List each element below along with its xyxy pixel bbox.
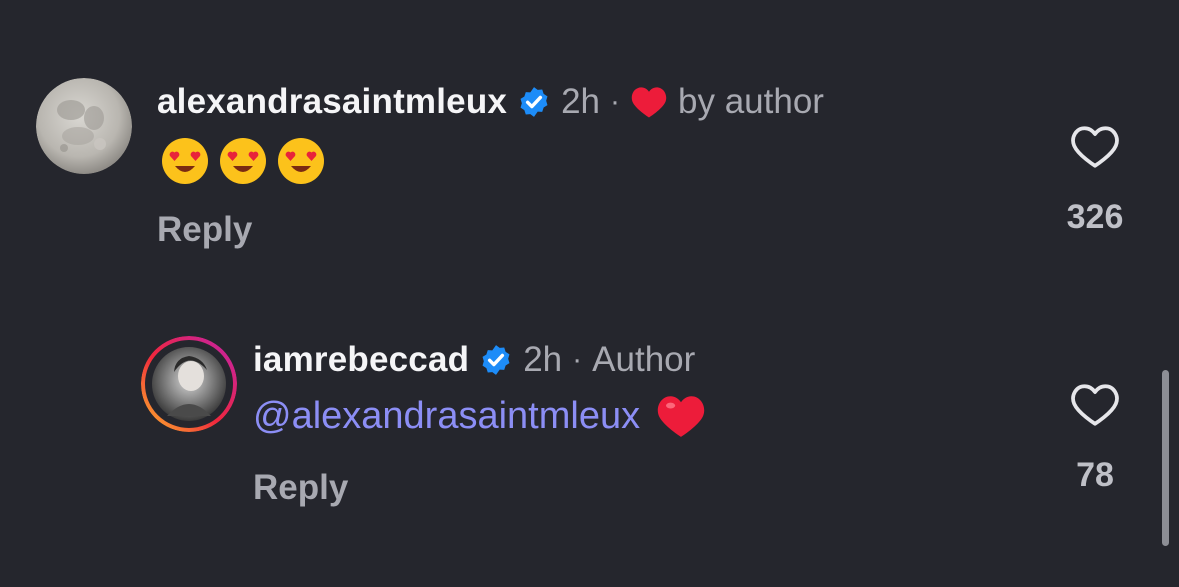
username[interactable]: iamrebeccad	[253, 340, 469, 380]
like-control: 78	[1060, 382, 1130, 495]
comment-text: @alexandrasaintmleux	[253, 392, 706, 440]
heart-outline-icon[interactable]	[1070, 382, 1120, 428]
separator-dot: ·	[610, 85, 621, 118]
comment-header: alexandrasaintmleux 2h · by author	[157, 82, 824, 122]
like-control: 326	[1060, 124, 1130, 237]
reply-button[interactable]: Reply	[157, 210, 252, 250]
mention-link[interactable]: @alexandrasaintmleux	[253, 392, 640, 440]
moon-avatar-image	[36, 78, 132, 174]
comment-text	[160, 136, 334, 186]
like-count: 78	[1076, 456, 1114, 494]
heart-eyes-emoji	[278, 138, 324, 184]
verified-badge-icon	[520, 87, 548, 117]
heart-eyes-emoji	[162, 138, 208, 184]
comment-header: iamrebeccad 2h · Author	[253, 340, 695, 380]
scrollbar[interactable]	[1162, 370, 1169, 546]
timestamp: 2h	[561, 82, 601, 121]
red-heart-emoji	[657, 396, 705, 437]
heart-eyes-emoji	[220, 138, 266, 184]
comments-thread: alexandrasaintmleux 2h · by author Reply…	[0, 0, 1179, 587]
avatar[interactable]	[36, 78, 132, 174]
username[interactable]: alexandrasaintmleux	[157, 82, 507, 122]
verified-badge-icon	[482, 345, 510, 375]
reply-button[interactable]: Reply	[253, 468, 348, 508]
separator-dot: ·	[572, 343, 583, 376]
story-ring-avatar-image	[141, 336, 237, 432]
heart-outline-icon[interactable]	[1070, 124, 1120, 170]
author-label: Author	[592, 340, 696, 379]
avatar[interactable]	[141, 336, 237, 432]
like-count: 326	[1066, 198, 1124, 236]
timestamp: 2h	[523, 340, 563, 379]
heart-filled-icon	[631, 87, 667, 118]
liked-by-author-label: by author	[678, 82, 824, 121]
